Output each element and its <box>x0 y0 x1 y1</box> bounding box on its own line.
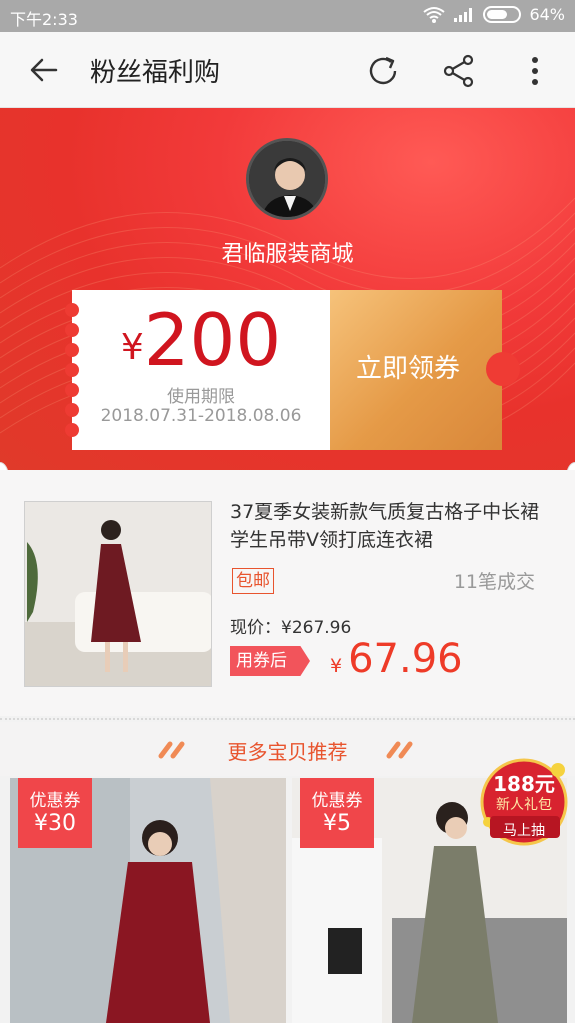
coupon-badge: 优惠券 ¥5 <box>300 778 374 848</box>
coupon-amount: ¥200 <box>120 298 282 382</box>
coupon-validity-dates: 2018.07.31-2018.08.06 <box>100 406 302 426</box>
nav-bar: 粉丝福利购 <box>0 32 575 108</box>
new-user-gift-button[interactable]: 188元 新人礼包 马上抽 <box>476 752 572 848</box>
coupon-badge: 优惠券 ¥30 <box>18 778 92 848</box>
gift-amount: 188元 <box>493 772 555 796</box>
gift-subtitle: 新人礼包 <box>496 797 552 813</box>
after-coupon-tag: 用券后 <box>230 646 310 676</box>
product-image[interactable] <box>24 501 212 687</box>
recommend-item[interactable]: 优惠券 ¥30 <box>10 778 286 1023</box>
final-price: ¥67.96 <box>330 636 463 682</box>
coupon-ticket[interactable]: ¥200 使用期限 2018.07.31-2018.08.06 立即领券 <box>0 108 575 470</box>
coupon-validity-label: 使用期限 <box>167 387 235 407</box>
back-arrow-icon[interactable] <box>26 52 62 88</box>
ticket-notch <box>486 352 520 386</box>
share-icon[interactable] <box>440 52 478 90</box>
slash-decor-icon <box>386 741 413 759</box>
current-price: 现价：¥267.96 <box>230 618 352 638</box>
more-vertical-icon[interactable] <box>520 52 550 90</box>
gift-cta[interactable]: 马上抽 <box>476 820 572 840</box>
product-title[interactable]: 37夏季女装新款气质复古格子中长裙学生吊带V领打底连衣裙 <box>230 498 550 554</box>
sold-count: 11笔成交 <box>453 571 535 593</box>
battery-level: 64% <box>529 5 565 24</box>
battery-icon <box>483 6 522 23</box>
status-time: 下午2:33 <box>10 10 78 29</box>
product-card[interactable]: 37夏季女装新款气质复古格子中长裙学生吊带V领打底连衣裙 包邮 11笔成交 现价… <box>0 470 575 716</box>
wifi-icon <box>423 6 446 23</box>
page-title: 粉丝福利购 <box>90 58 221 88</box>
free-shipping-badge: 包邮 <box>232 568 274 594</box>
claim-coupon-label[interactable]: 立即领券 <box>330 348 486 385</box>
signal-icon <box>454 7 473 22</box>
refresh-icon[interactable] <box>364 52 402 90</box>
status-bar: 下午2:33 64% <box>0 0 575 32</box>
divider <box>0 718 575 720</box>
